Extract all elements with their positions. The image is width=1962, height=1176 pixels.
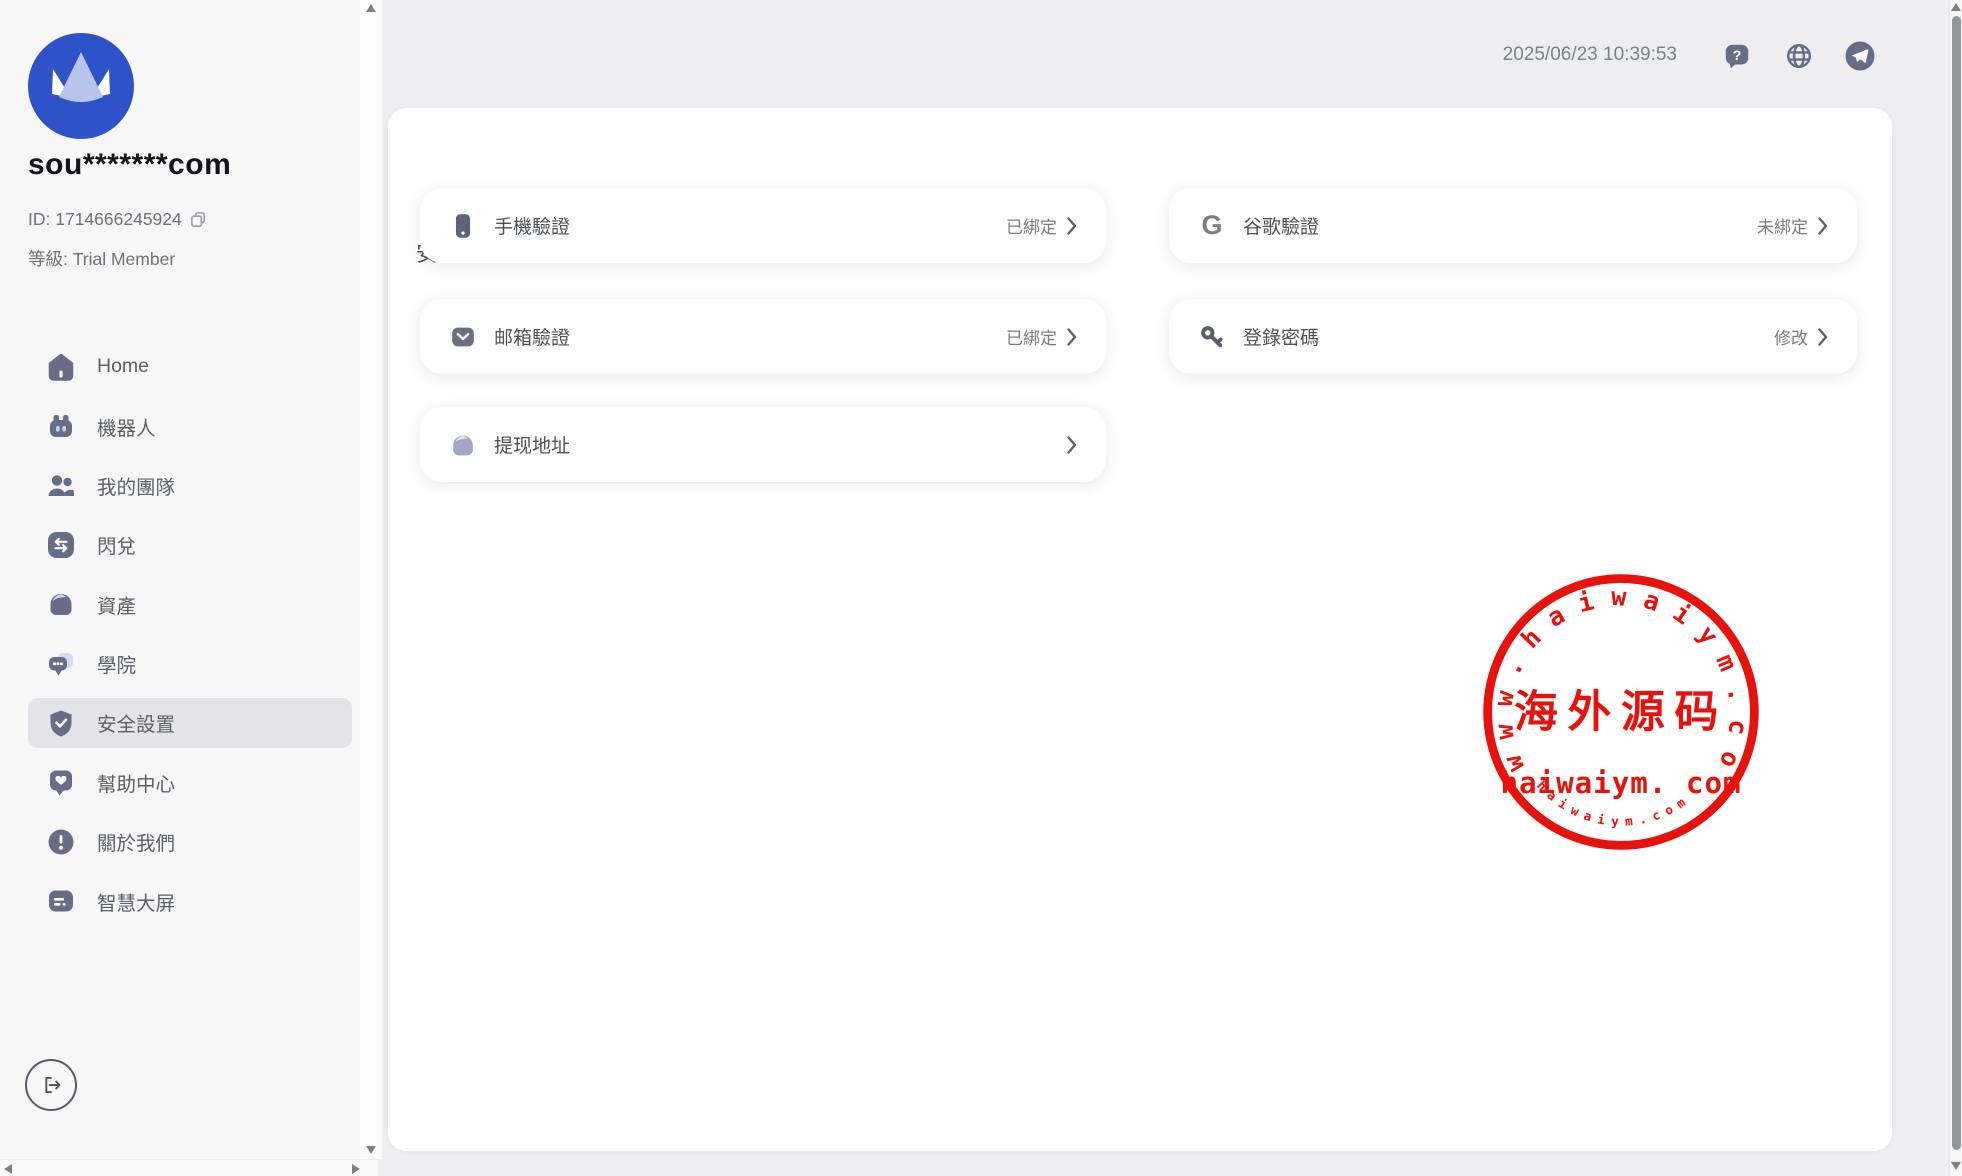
home-icon — [44, 350, 78, 384]
scroll-left-arrow[interactable] — [4, 1164, 12, 1174]
card-login-password[interactable]: 登錄密碼 修改 — [1169, 299, 1857, 374]
telegram-button[interactable] — [1844, 40, 1876, 72]
mail-icon — [448, 322, 478, 352]
svg-text:?: ? — [1733, 47, 1742, 63]
card-label: 提现地址 — [494, 431, 570, 458]
user-id-row: ID: 1714666245924 — [28, 209, 208, 230]
withdraw-wallet-icon — [448, 430, 478, 460]
user-id: ID: 1714666245924 — [28, 209, 182, 230]
sidebar-horizontal-scrollbar[interactable] — [0, 1159, 378, 1176]
screen-icon — [44, 884, 78, 918]
sidebar-item-label: 資產 — [97, 590, 136, 619]
page-scrollbar-thumb[interactable] — [1952, 16, 1961, 1150]
logout-button[interactable] — [25, 1059, 77, 1111]
card-withdraw-address[interactable]: 提现地址 — [420, 407, 1106, 482]
sidebar-item-label: 關於我們 — [97, 827, 175, 856]
sidebar-item-label: 機器人 — [97, 412, 156, 441]
question-bubble-icon: ? — [1722, 41, 1752, 71]
key-icon — [1197, 322, 1227, 352]
sidebar-item-big-screen[interactable]: 智慧大屏 — [28, 876, 352, 926]
chevron-right-icon — [1067, 436, 1077, 454]
card-label: 登錄密碼 — [1243, 323, 1319, 350]
sidebar-item-help-center[interactable]: 幫助中心 — [28, 757, 352, 807]
card-status: 已綁定 — [1006, 213, 1057, 238]
sidebar-item-swap[interactable]: 閃兌 — [28, 520, 352, 570]
brand-logo — [28, 33, 134, 139]
copy-icon[interactable] — [189, 210, 208, 229]
globe-icon — [1784, 41, 1814, 71]
sidebar-vertical-scrollbar[interactable] — [360, 0, 382, 1159]
card-label: 邮箱驗證 — [494, 323, 570, 350]
sidebar-item-label: 閃兌 — [97, 530, 136, 559]
card-status: 修改 — [1774, 324, 1808, 349]
sidebar-item-academy[interactable]: 學院 — [28, 639, 352, 689]
card-status: 未綁定 — [1757, 213, 1808, 238]
sidebar-item-label: 智慧大屏 — [97, 887, 175, 916]
sidebar-item-label: 安全設置 — [97, 708, 175, 737]
stamp-top-arc-text: www.haiwaiym.com — [1475, 566, 1754, 787]
chevron-right-icon — [1067, 217, 1077, 235]
watermark-stamp: www.haiwaiym.com 海外源码 haiwaiym. com haiw… — [1475, 566, 1767, 858]
sidebar-item-about[interactable]: 關於我們 — [28, 817, 352, 867]
sidebar-item-robot[interactable]: 機器人 — [28, 401, 352, 451]
card-email-verification[interactable]: 邮箱驗證 已綁定 — [420, 299, 1106, 374]
shield-check-icon — [44, 706, 78, 740]
team-icon — [44, 468, 78, 502]
sidebar-item-team[interactable]: 我的團隊 — [28, 460, 352, 510]
info-icon — [44, 825, 78, 859]
card-google-verification[interactable]: G 谷歌驗證 未綁定 — [1169, 188, 1857, 263]
card-label: 手機驗證 — [494, 212, 570, 239]
phone-icon — [448, 211, 478, 241]
sidebar-item-label: 學院 — [97, 649, 136, 678]
stamp-center-cn: 海外源码 — [1514, 687, 1728, 738]
heart-bubble-icon — [44, 765, 78, 799]
security-settings-panel: 安全設定 手機驗證 已綁定 G 谷歌驗證 未綁定 邮箱驗證 已綁定 — [388, 108, 1892, 1151]
logout-icon — [36, 1070, 66, 1100]
sidebar: sou*******com ID: 1714666245924 等級: Tria… — [0, 0, 360, 1176]
scroll-up-arrow[interactable] — [366, 4, 376, 12]
language-button[interactable] — [1784, 41, 1814, 71]
help-button[interactable]: ? — [1722, 41, 1752, 71]
page-scroll-down-arrow[interactable] — [1951, 1162, 1961, 1170]
chevron-right-icon — [1067, 328, 1077, 346]
stamp-center-en: haiwaiym. com — [1500, 766, 1741, 800]
card-label: 谷歌驗證 — [1243, 212, 1319, 239]
sidebar-item-label: 幫助中心 — [97, 768, 175, 797]
telegram-icon — [1844, 40, 1876, 72]
scroll-right-arrow[interactable] — [352, 1164, 360, 1174]
google-icon: G — [1197, 211, 1227, 241]
user-level: 等級: Trial Member — [28, 246, 175, 271]
chevron-right-icon — [1818, 328, 1828, 346]
swap-icon — [44, 528, 78, 562]
sidebar-menu: Home 機器人 我的團隊 閃兌 — [0, 337, 360, 931]
sidebar-item-label: Home — [97, 355, 149, 378]
card-status: 已綁定 — [1006, 324, 1057, 349]
robot-icon — [44, 409, 78, 443]
academy-icon — [44, 647, 78, 681]
scroll-down-arrow[interactable] — [366, 1146, 376, 1154]
app-screen: sou*******com ID: 1714666245924 等級: Tria… — [0, 0, 1962, 1176]
card-phone-verification[interactable]: 手機驗證 已綁定 — [420, 188, 1106, 263]
sidebar-item-home[interactable]: Home — [28, 342, 352, 392]
chevron-right-icon — [1818, 217, 1828, 235]
page-scrollbar[interactable] — [1949, 0, 1962, 1176]
sidebar-item-security[interactable]: 安全設置 — [28, 698, 352, 748]
sidebar-item-assets[interactable]: 資產 — [28, 579, 352, 629]
crown-icon — [28, 33, 134, 139]
username: sou*******com — [28, 148, 231, 182]
page-scroll-up-arrow[interactable] — [1951, 3, 1961, 11]
current-datetime: 2025/06/23 10:39:53 — [1503, 44, 1677, 66]
wallet-icon — [44, 587, 78, 621]
svg-text:www.haiwaiym.com: www.haiwaiym.com — [1475, 566, 1754, 787]
sidebar-item-label: 我的團隊 — [97, 471, 175, 500]
